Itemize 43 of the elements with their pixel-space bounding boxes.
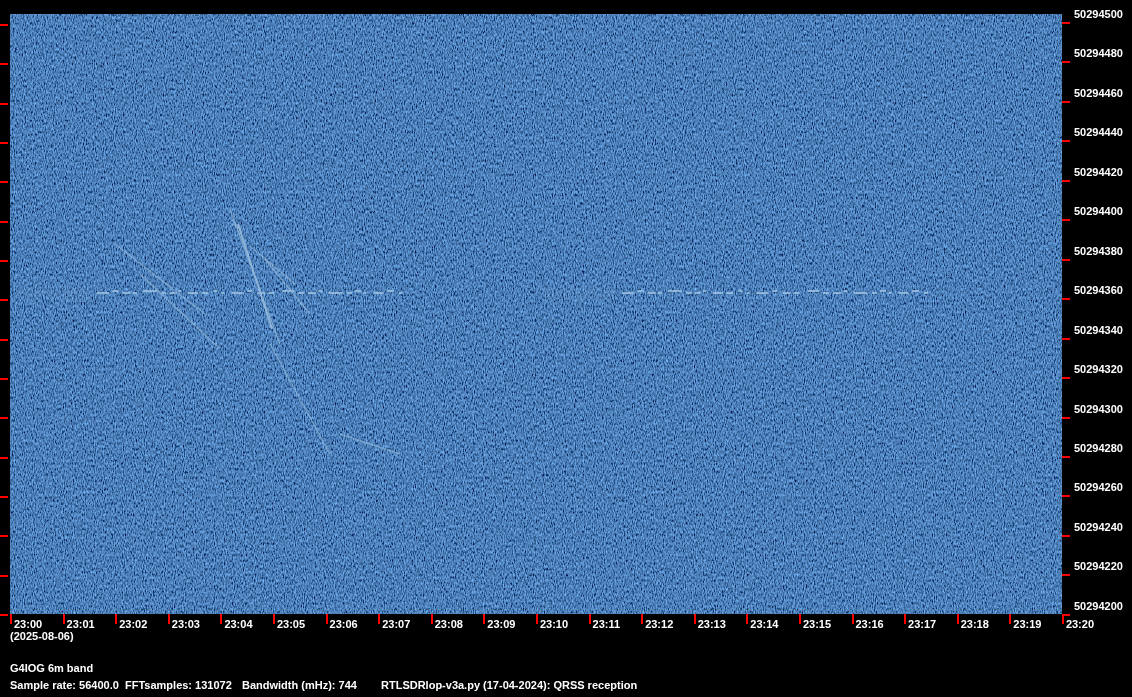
time-label: 23:05: [275, 617, 306, 630]
frequency-label: 50294280: [1073, 442, 1123, 454]
frequency-label: 50294300: [1073, 402, 1123, 415]
frequency-label: 50294500: [1073, 8, 1123, 20]
info-text: Sample rate: 56400.0: [10, 679, 120, 691]
frequency-label: 50294440: [1073, 126, 1123, 139]
time-label: 23:09: [486, 617, 516, 630]
frequency-label: 50294260: [1073, 481, 1123, 494]
time-label: 23:18: [959, 617, 989, 630]
time-label: 23:01: [65, 617, 95, 630]
time-label: 23:16: [854, 617, 884, 630]
frequency-label: 50294320: [1073, 363, 1123, 376]
frequency-label: 50294340: [1073, 323, 1123, 336]
frequency-label: 50294420: [1073, 165, 1123, 178]
frequency-label: 50294200: [1073, 599, 1123, 612]
time-label: 23:10: [538, 617, 569, 630]
frequency-label: 50294240: [1073, 520, 1123, 533]
time-label: 23:20: [1064, 617, 1094, 630]
time-label: 23:12: [644, 617, 674, 630]
frequency-label: 50294460: [1073, 86, 1123, 99]
frequency-label: 50294380: [1073, 244, 1123, 257]
frequency-label: 50294360: [1073, 284, 1123, 297]
time-label: 23:13: [696, 617, 726, 630]
time-label: 23:02: [118, 617, 148, 630]
frequency-label: 50294220: [1073, 560, 1123, 573]
time-label: 23:03: [170, 617, 200, 630]
frequency-label: 50294480: [1073, 47, 1123, 60]
time-label: 23:07: [381, 617, 411, 630]
time-label: 23:17: [907, 617, 937, 630]
time-label: 23:19: [1012, 617, 1042, 630]
frequency-label: 50294400: [1073, 205, 1123, 218]
info-text: RTLSDRlop-v3a.py (17-04-2024): QRSS reception: [381, 679, 638, 691]
time-label: 23:15: [801, 617, 832, 630]
time-label: 23:08: [433, 617, 463, 630]
time-label: 23:11: [591, 617, 621, 630]
info-text: Bandwidth (mHz): 744: [242, 679, 358, 691]
time-label: 23:06: [328, 617, 358, 630]
band-title: G4IOG 6m band: [10, 662, 94, 674]
time-label: 23:14: [749, 617, 779, 630]
time-label: 23:00: [13, 617, 43, 630]
time-label: 23:04: [223, 617, 253, 630]
info-text: FFTsamples: 131072: [125, 679, 233, 691]
date-label: (2025-08-06): [10, 630, 74, 642]
